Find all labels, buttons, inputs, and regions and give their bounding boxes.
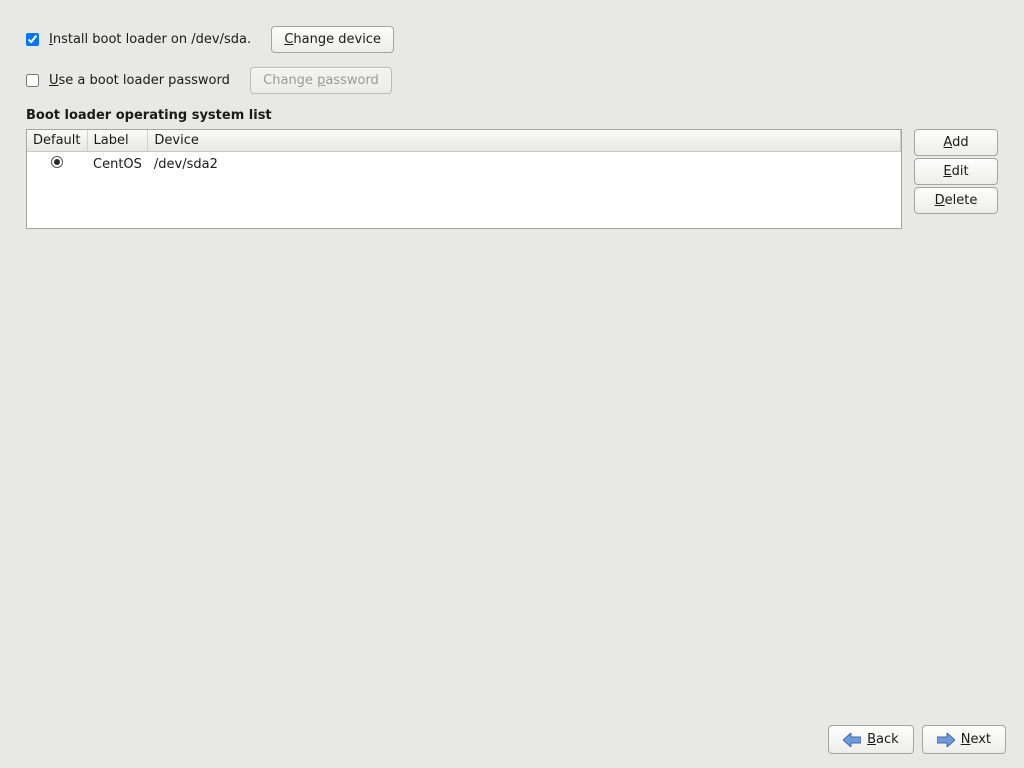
os-table: Default Label Device CentOS /dev/sda2 xyxy=(27,130,901,176)
delete-button[interactable]: Delete xyxy=(914,187,998,214)
use-password-label-text: se a boot loader password xyxy=(59,73,230,88)
mnemonic-d: D xyxy=(935,193,945,208)
device-cell: /dev/sda2 xyxy=(148,152,901,177)
side-buttons: Add Edit Delete xyxy=(914,129,998,229)
back-button[interactable]: Back xyxy=(828,725,914,754)
mnemonic-n: N xyxy=(961,732,971,747)
os-table-container[interactable]: Default Label Device CentOS /dev/sda2 xyxy=(26,129,902,229)
col-header-default[interactable]: Default xyxy=(27,130,87,152)
use-password-checkbox[interactable] xyxy=(26,74,39,87)
change-password-button: Change password xyxy=(250,67,392,94)
mnemonic-b: B xyxy=(867,732,876,747)
os-list-heading: Boot loader operating system list xyxy=(26,108,998,123)
install-bootloader-label[interactable]: Install boot loader on /dev/sda. xyxy=(49,32,251,47)
os-list-wrap: Default Label Device CentOS /dev/sda2 xyxy=(26,129,998,229)
change-device-button-text: hange device xyxy=(293,32,381,47)
use-password-row: Use a boot loader password Change passwo… xyxy=(26,67,998,94)
arrow-left-icon xyxy=(843,733,861,747)
change-password-prefix: Change xyxy=(263,73,317,88)
change-password-rest: assword xyxy=(325,73,378,88)
next-button[interactable]: Next xyxy=(922,725,1006,754)
mnemonic-e: E xyxy=(943,164,951,179)
edit-button[interactable]: Edit xyxy=(914,158,998,185)
delete-button-text: elete xyxy=(945,193,978,208)
radio-icon[interactable] xyxy=(51,156,63,168)
arrow-right-icon xyxy=(937,733,955,747)
next-button-text: ext xyxy=(970,732,991,747)
mnemonic-a: A xyxy=(943,135,952,150)
back-button-text: ack xyxy=(876,732,899,747)
add-button-text: dd xyxy=(952,135,969,150)
use-password-label[interactable]: Use a boot loader password xyxy=(49,73,230,88)
install-bootloader-checkbox[interactable] xyxy=(26,33,39,46)
col-header-device[interactable]: Device xyxy=(148,130,901,152)
default-cell[interactable] xyxy=(27,152,87,177)
footer-buttons: Back Next xyxy=(828,725,1006,754)
change-device-button[interactable]: Change device xyxy=(271,26,394,53)
install-bootloader-label-text: nstall boot loader on /dev/sda. xyxy=(53,32,251,47)
table-row[interactable]: CentOS /dev/sda2 xyxy=(27,152,901,177)
install-bootloader-row: Install boot loader on /dev/sda. Change … xyxy=(26,26,998,53)
col-header-label[interactable]: Label xyxy=(87,130,148,152)
edit-button-text: dit xyxy=(952,164,969,179)
add-button[interactable]: Add xyxy=(914,129,998,156)
mnemonic-u: U xyxy=(49,73,59,88)
label-cell: CentOS xyxy=(87,152,148,177)
